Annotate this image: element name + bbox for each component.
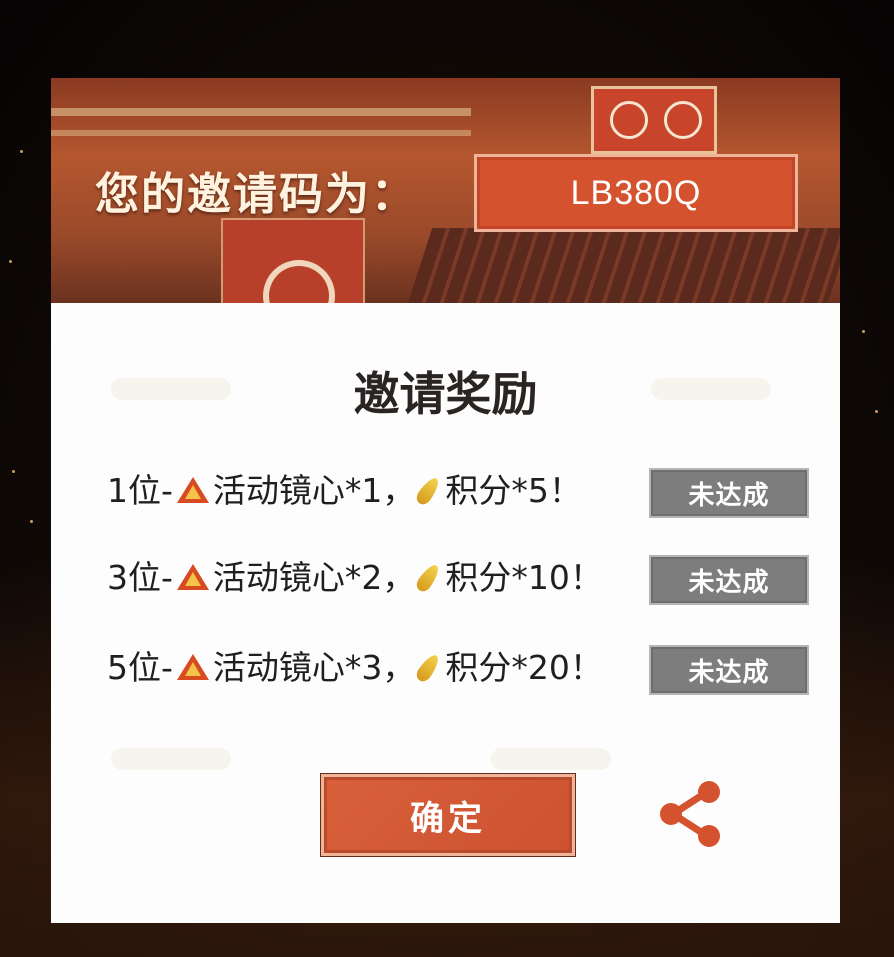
mirror-heart-icon — [176, 653, 209, 680]
reward-item: 积分*20！ — [445, 648, 603, 687]
reward-rank: 5位- — [107, 648, 173, 687]
reward-rank: 1位- — [107, 471, 173, 510]
background-decoration — [111, 748, 231, 770]
emblem-icon — [610, 101, 648, 139]
reward-status-button[interactable]: 未达成 — [649, 468, 809, 518]
banner-decoration — [51, 130, 471, 136]
reward-row: 1位- 活动镜心*1， 积分*5！ 未达成 — [107, 466, 809, 518]
reward-description: 5位- 活动镜心*3， 积分*20！ — [107, 643, 603, 693]
emblem-icon — [263, 260, 335, 303]
banner-decoration — [221, 218, 365, 303]
reward-status-button[interactable]: 未达成 — [649, 555, 809, 605]
reward-row: 5位- 活动镜心*3， 积分*20！ 未达成 — [107, 643, 809, 695]
reward-description: 1位- 活动镜心*1， 积分*5！ — [107, 466, 582, 516]
background-decoration — [491, 748, 611, 770]
invite-code-banner: 您的邀请码为： LB380Q — [51, 78, 840, 303]
sparkle — [12, 470, 15, 473]
confirm-button[interactable]: 确定 — [321, 774, 575, 856]
reward-description: 3位- 活动镜心*2， 积分*10！ — [107, 553, 603, 603]
reward-rank: 3位- — [107, 558, 173, 597]
mirror-heart-icon — [176, 476, 209, 503]
sparkle — [875, 410, 878, 413]
reward-item: 积分*10！ — [445, 558, 603, 597]
invite-modal: 您的邀请码为： LB380Q 邀请奖励 1位- 活动镜心*1， 积分*5！ 未达成 … — [51, 78, 840, 923]
lantern-decoration — [591, 86, 717, 154]
reward-item: 活动镜心*3， — [212, 648, 416, 687]
feather-points-icon — [414, 474, 443, 507]
feather-points-icon — [414, 651, 443, 684]
reward-item: 积分*5！ — [445, 471, 582, 510]
reward-row: 3位- 活动镜心*2， 积分*10！ 未达成 — [107, 553, 809, 605]
reward-status-button[interactable]: 未达成 — [649, 645, 809, 695]
sparkle — [20, 150, 23, 153]
invite-code-label: 您的邀请码为： — [95, 169, 417, 220]
banner-decoration — [51, 108, 471, 116]
roof-decoration — [407, 228, 840, 303]
feather-points-icon — [414, 561, 443, 594]
reward-item: 活动镜心*2， — [212, 558, 416, 597]
sparkle — [30, 520, 33, 523]
emblem-icon — [664, 101, 702, 139]
mirror-heart-icon — [176, 563, 209, 590]
rewards-title: 邀请奖励 — [353, 367, 538, 421]
invite-code-value[interactable]: LB380Q — [474, 154, 798, 232]
sparkle — [9, 260, 12, 263]
reward-item: 活动镜心*1， — [212, 471, 416, 510]
sparkle — [862, 330, 865, 333]
share-icon[interactable] — [655, 778, 727, 850]
